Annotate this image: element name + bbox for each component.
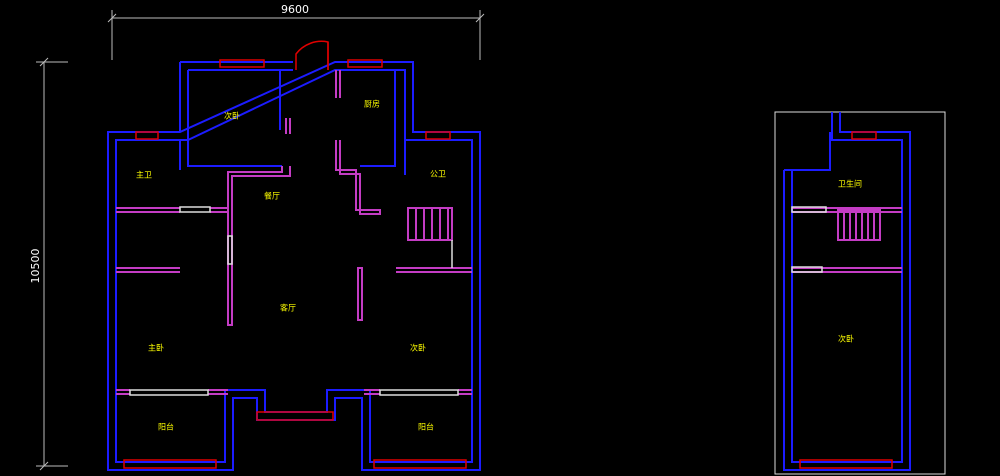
upper-floor-plan <box>774 111 946 475</box>
room-label-balcony-right: 阳台 <box>418 422 434 432</box>
main-plan-outer-walls <box>107 61 481 471</box>
entry-door-icon <box>295 40 329 70</box>
room-label-master-bedroom: 主卧 <box>148 343 164 353</box>
room-label-balcony-left: 阳台 <box>158 422 174 432</box>
room-label-upper-bathroom: 卫生间 <box>838 179 862 189</box>
upper-plan-border <box>774 111 946 475</box>
room-label-master-bath: 主卫 <box>136 170 152 180</box>
main-plan-stairs <box>407 207 453 268</box>
width-dimension-label: 9600 <box>281 3 309 16</box>
room-label-upper-bedroom: 次卧 <box>838 334 854 344</box>
height-dimension-label: 10500 <box>29 249 42 284</box>
room-label-kitchen: 厨房 <box>364 99 380 109</box>
room-label-public-bath: 公卫 <box>430 170 446 179</box>
room-label-living: 客厅 <box>280 303 296 313</box>
room-label-secondary-bedroom-right: 次卧 <box>410 343 426 353</box>
room-label-dining: 餐厅 <box>264 192 280 201</box>
floor-plan-drawing: 9600 10500 次卧 厨房 主卫 公卫 餐厅 客厅 主卧 次卧 阳台 阳台… <box>29 3 946 475</box>
main-plan-windows <box>123 59 467 469</box>
room-label-secondary-bedroom-top: 次卧 <box>224 111 240 121</box>
